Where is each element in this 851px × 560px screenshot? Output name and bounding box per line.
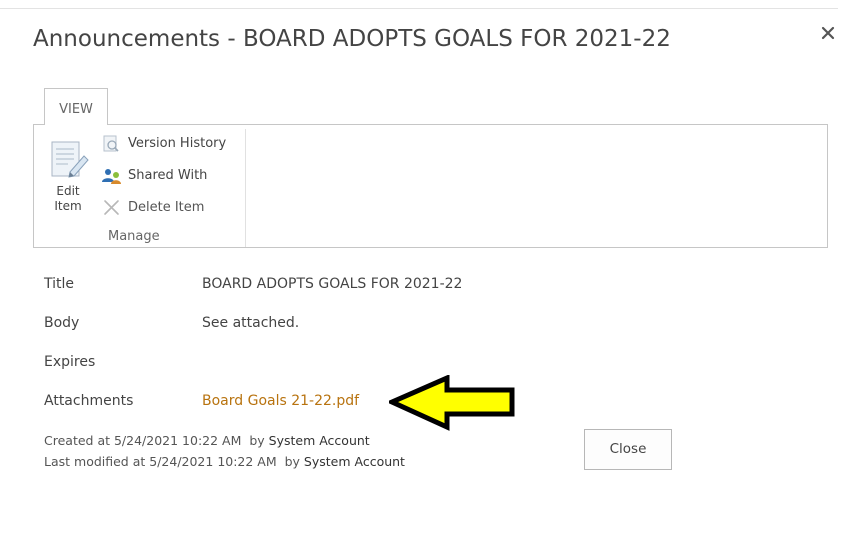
- modified-by: System Account: [303, 454, 405, 469]
- expires-field-label: Expires: [44, 354, 96, 370]
- modified-text: Last modified at 5/24/2021 10:22 AM by: [44, 454, 304, 469]
- version-history-icon: [103, 135, 119, 152]
- manage-group-label: Manage: [108, 229, 160, 244]
- modified-info: Last modified at 5/24/2021 10:22 AM by S…: [44, 454, 405, 469]
- created-by: System Account: [268, 433, 370, 448]
- created-text: Created at 5/24/2021 10:22 AM by: [44, 433, 269, 448]
- body-field-label: Body: [44, 315, 80, 331]
- shared-with-button[interactable]: Shared With: [101, 165, 221, 187]
- pointer-arrow-annotation: [389, 375, 515, 431]
- shared-with-people-icon: [102, 169, 121, 184]
- version-history-button[interactable]: Version History: [101, 133, 236, 155]
- shared-with-label: Shared With: [128, 168, 208, 183]
- attachments-field-label: Attachments: [44, 393, 134, 409]
- edit-document-icon: [51, 141, 89, 178]
- top-divider: [0, 8, 838, 9]
- tab-view-label: VIEW: [59, 102, 93, 117]
- ribbon-group-divider: [245, 129, 246, 247]
- attachment-link[interactable]: Board Goals 21-22.pdf: [202, 393, 359, 409]
- close-icon[interactable]: [819, 24, 837, 42]
- close-button[interactable]: Close: [584, 429, 672, 470]
- item-dialog: Announcements - BOARD ADOPTS GOALS FOR 2…: [0, 0, 851, 560]
- dialog-title: Announcements - BOARD ADOPTS GOALS FOR 2…: [33, 26, 671, 52]
- body-field-value: See attached.: [202, 315, 300, 331]
- title-field-value: BOARD ADOPTS GOALS FOR 2021-22: [202, 276, 463, 292]
- edit-item-label: Edit Item: [54, 184, 82, 213]
- delete-item-label: Delete Item: [128, 200, 205, 215]
- delete-x-icon: [104, 200, 119, 215]
- version-history-label: Version History: [128, 136, 227, 151]
- title-field-label: Title: [44, 276, 75, 292]
- tab-view[interactable]: VIEW: [44, 88, 108, 125]
- created-info: Created at 5/24/2021 10:22 AM by System …: [44, 433, 370, 448]
- delete-item-button[interactable]: Delete Item: [101, 197, 216, 219]
- edit-item-button[interactable]: Edit Item: [44, 138, 92, 218]
